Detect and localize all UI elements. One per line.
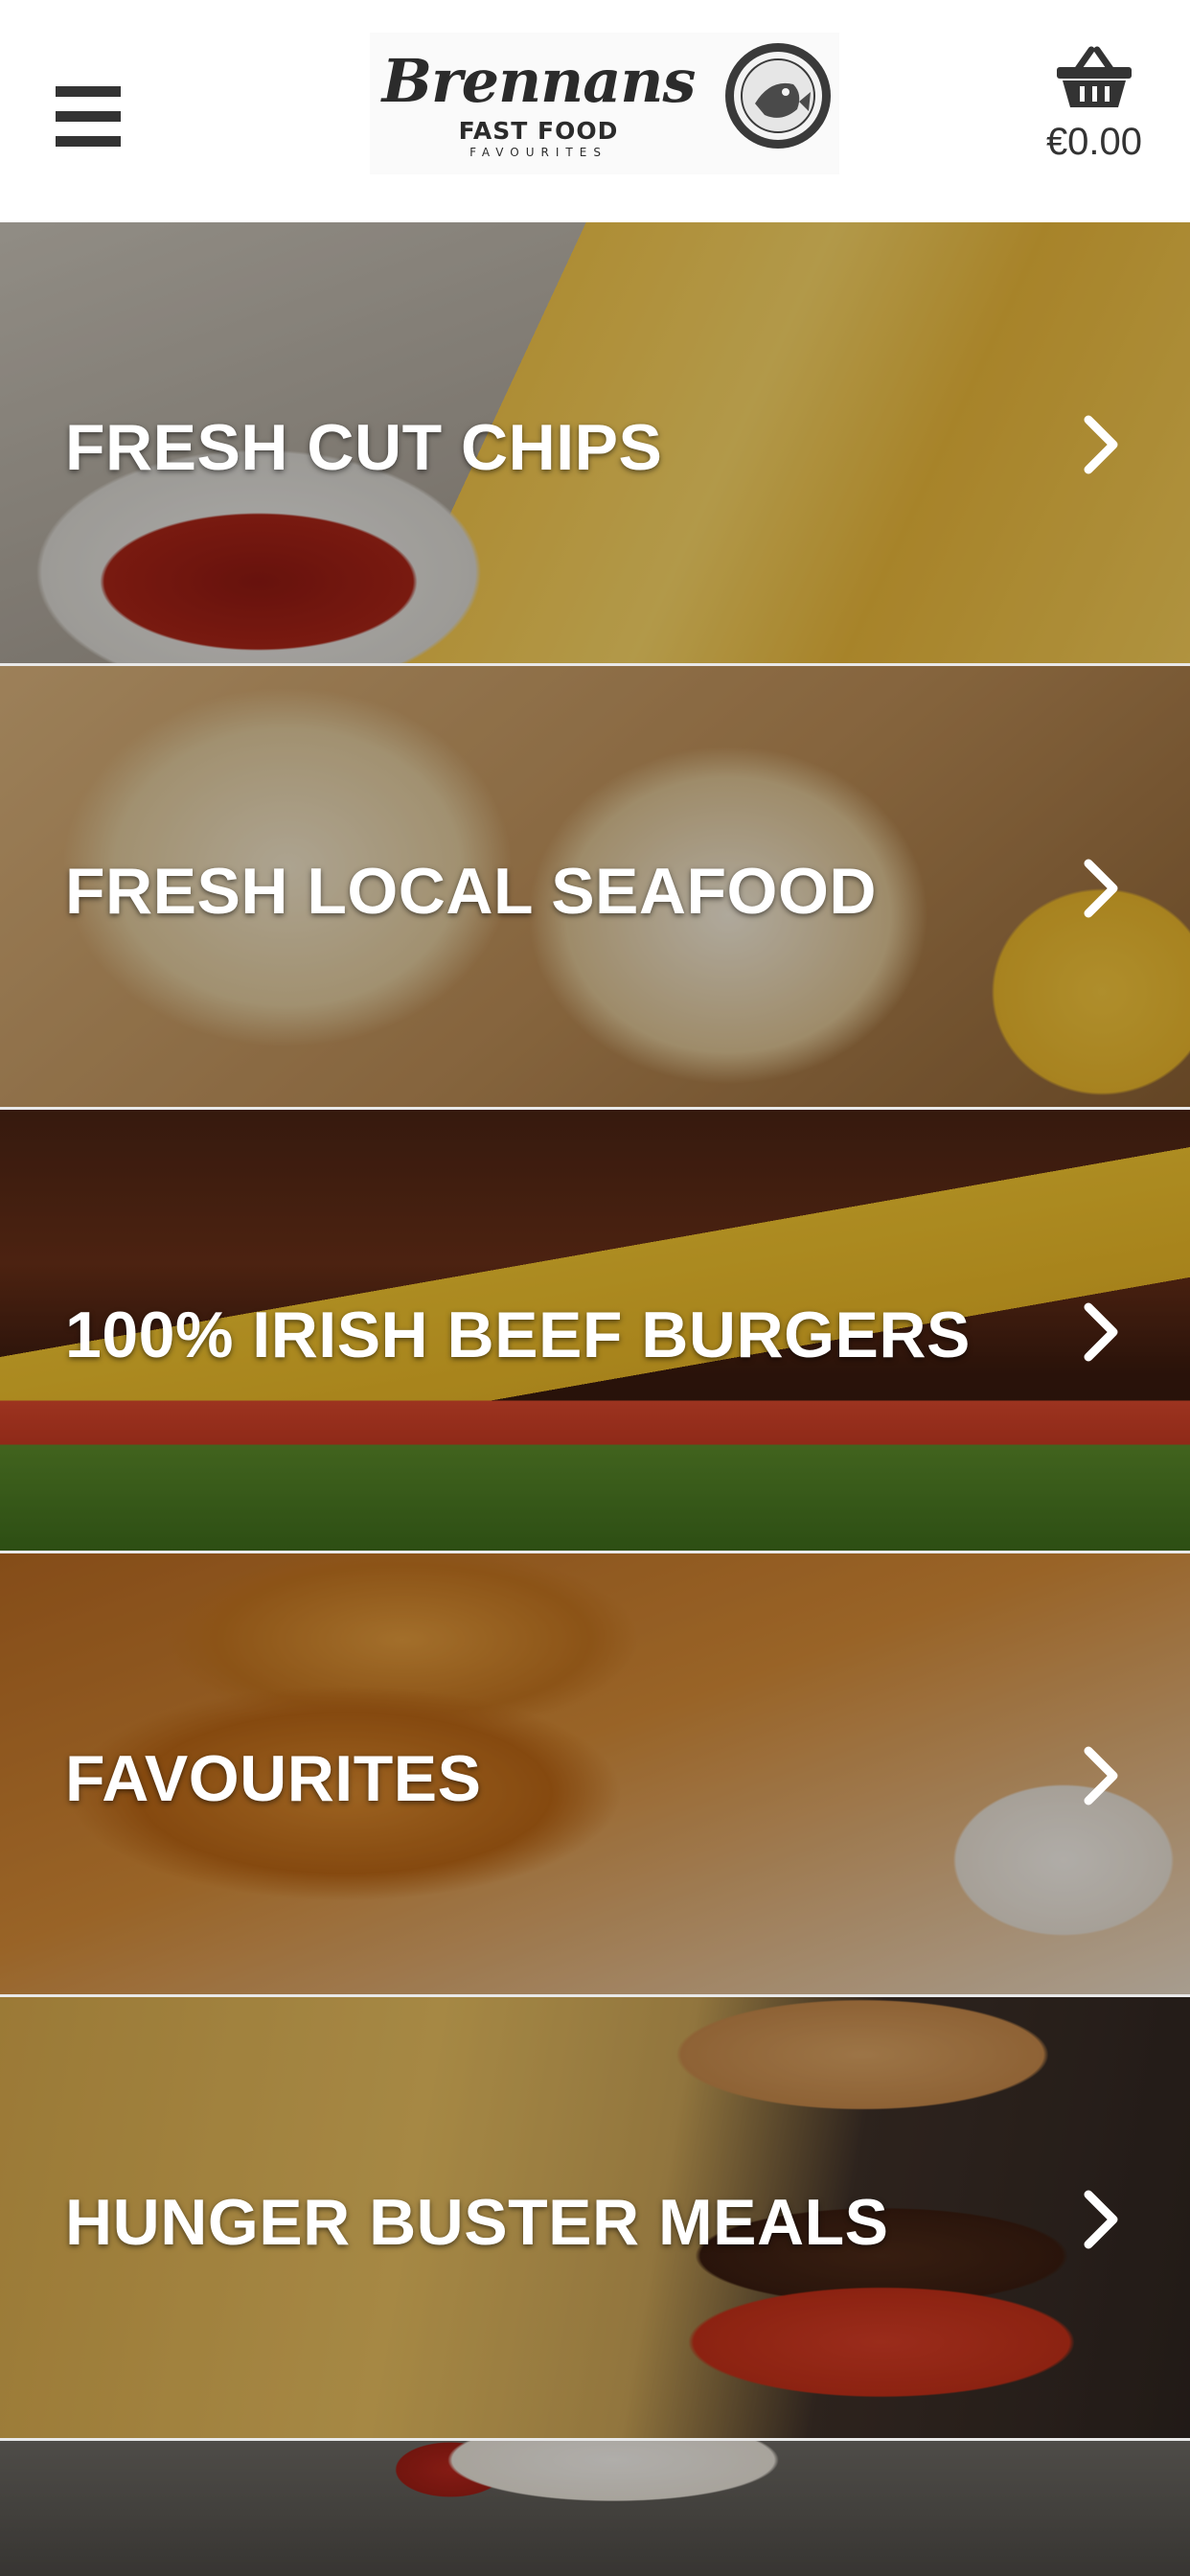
cart-button[interactable]: €0.00 <box>1035 42 1154 176</box>
category-label: FRESH CUT CHIPS <box>65 411 663 484</box>
category-favourites[interactable]: FAVOURITES <box>0 1553 1190 1994</box>
menu-bar <box>56 86 121 97</box>
hamburger-menu-icon[interactable] <box>56 84 121 150</box>
image-overlay <box>0 2441 1190 2576</box>
chevron-right-icon <box>1084 415 1118 474</box>
brand-subtagline: FAVOURITES <box>469 146 607 159</box>
chevron-right-icon <box>1084 859 1118 918</box>
brand-tagline: FAST FOOD <box>458 117 619 145</box>
basket-icon <box>1057 46 1132 107</box>
menu-bar <box>56 111 121 122</box>
category-hunger-buster-meals[interactable]: HUNGER BUSTER MEALS <box>0 1997 1190 2438</box>
category-partial-next[interactable] <box>0 2441 1190 2576</box>
category-label: FAVOURITES <box>65 1742 482 1815</box>
menu-bar <box>56 136 121 147</box>
category-irish-beef-burgers[interactable]: 100% IRISH BEEF BURGERS <box>0 1110 1190 1551</box>
brand-name: Brennans <box>381 46 697 116</box>
category-fresh-cut-chips[interactable]: FRESH CUT CHIPS <box>0 222 1190 663</box>
category-label: FRESH LOCAL SEAFOOD <box>65 855 877 928</box>
chevron-right-icon <box>1084 1302 1118 1362</box>
category-fresh-local-seafood[interactable]: FRESH LOCAL SEAFOOD <box>0 666 1190 1107</box>
brand-seal-icon <box>725 43 831 149</box>
category-label: 100% IRISH BEEF BURGERS <box>65 1299 971 1371</box>
app-header: Brennans FAST FOOD FAVOURITES €0.00 <box>0 0 1190 222</box>
category-label: HUNGER BUSTER MEALS <box>65 2186 889 2259</box>
chevron-right-icon <box>1084 1746 1118 1806</box>
chevron-right-icon <box>1084 2190 1118 2249</box>
cart-total: €0.00 <box>1045 121 1143 163</box>
brand-logo[interactable]: Brennans FAST FOOD FAVOURITES <box>370 33 839 174</box>
